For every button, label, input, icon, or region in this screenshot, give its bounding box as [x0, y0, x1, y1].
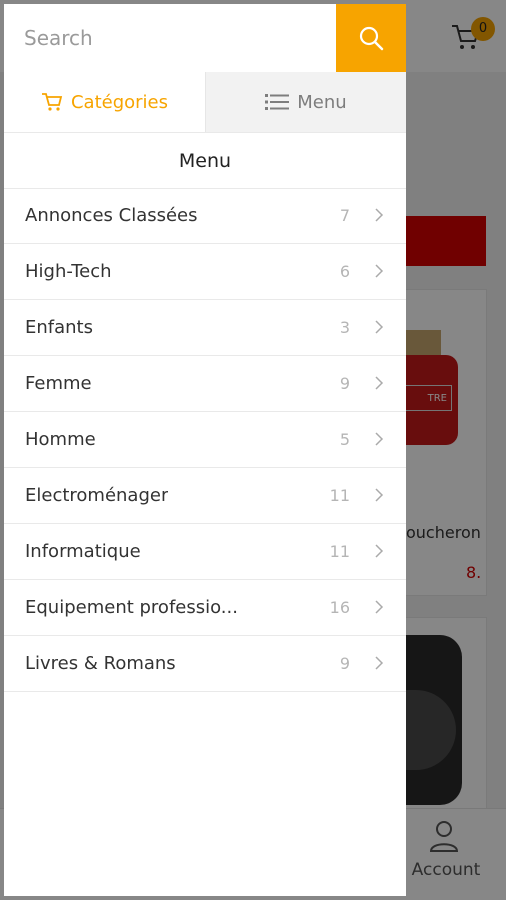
category-name: Homme — [25, 429, 96, 450]
category-name: Electroménager — [25, 485, 169, 506]
drawer-tabs: Catégories Menu — [4, 72, 406, 132]
category-item[interactable]: Enfants 3 — [4, 300, 406, 356]
category-name: High-Tech — [25, 261, 112, 282]
category-count: 3 — [339, 318, 350, 337]
category-item[interactable]: Equipement professio... 16 — [4, 580, 406, 636]
cart-icon — [41, 93, 63, 111]
category-item[interactable]: Livres & Romans 9 — [4, 636, 406, 692]
menu-heading: Menu — [4, 132, 406, 189]
list-icon — [265, 94, 290, 110]
category-count: 16 — [329, 598, 350, 617]
search-bar — [4, 4, 406, 73]
tab-categories[interactable]: Catégories — [4, 72, 205, 132]
category-item[interactable]: Annonces Classées 7 — [4, 188, 406, 244]
category-count: 9 — [339, 374, 350, 393]
tab-menu-label: Menu — [297, 91, 347, 113]
chevron-right-icon — [375, 208, 384, 222]
category-count: 7 — [339, 206, 350, 225]
category-name: Annonces Classées — [25, 205, 198, 226]
category-list: Annonces Classées 7 High-Tech 6 Enfants … — [4, 188, 406, 692]
search-icon — [359, 26, 384, 51]
search-button[interactable] — [336, 4, 406, 72]
category-count: 9 — [339, 654, 350, 673]
category-name: Informatique — [25, 541, 141, 562]
search-input[interactable] — [4, 4, 336, 72]
category-item[interactable]: High-Tech 6 — [4, 244, 406, 300]
chevron-right-icon — [375, 320, 384, 334]
chevron-right-icon — [375, 600, 384, 614]
category-item[interactable]: Informatique 11 — [4, 524, 406, 580]
chevron-right-icon — [375, 264, 384, 278]
category-name: Enfants — [25, 317, 93, 338]
category-name: Equipement professio... — [25, 597, 238, 618]
chevron-right-icon — [375, 488, 384, 502]
chevron-right-icon — [375, 376, 384, 390]
category-count: 5 — [339, 430, 350, 449]
tab-categories-label: Catégories — [70, 91, 169, 113]
category-item[interactable]: Electroménager 11 — [4, 468, 406, 524]
tab-menu[interactable]: Menu — [205, 72, 406, 132]
category-name: Femme — [25, 373, 92, 394]
chevron-right-icon — [375, 544, 384, 558]
category-item[interactable]: Femme 9 — [4, 356, 406, 412]
category-count: 11 — [329, 542, 350, 561]
category-count: 11 — [329, 486, 350, 505]
category-name: Livres & Romans — [25, 653, 176, 674]
chevron-right-icon — [375, 656, 384, 670]
chevron-right-icon — [375, 432, 384, 446]
category-count: 6 — [339, 262, 350, 281]
category-item[interactable]: Homme 5 — [4, 412, 406, 468]
navigation-drawer: Catégories Menu Menu Annonces Classées 7… — [4, 4, 406, 896]
